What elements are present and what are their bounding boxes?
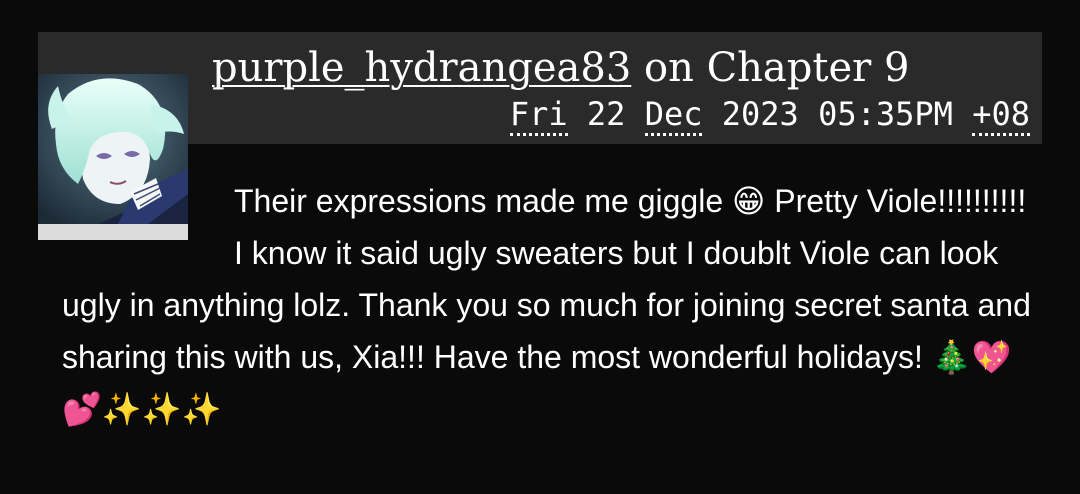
heading-connector: on	[631, 45, 707, 91]
datetime-day: Fri	[509, 95, 568, 136]
comment-datetime: Fri 22 Dec 2023 05:35PM +08	[509, 92, 1030, 136]
chapter-label: Chapter 9	[706, 45, 910, 91]
datetime-year-time: 2023 05:35PM	[702, 95, 973, 133]
datetime-timezone: +08	[972, 95, 1030, 136]
datetime-date: 22	[567, 95, 645, 133]
comment-text-1: Their expressions made me giggle	[234, 183, 733, 219]
datetime-month: Dec	[644, 95, 703, 136]
comment-body: Their expressions made me giggle 😁 Prett…	[62, 175, 1042, 435]
comment-heading: purple_hydrangea83 on Chapter 9	[212, 42, 909, 94]
avatar-spacer	[62, 175, 212, 271]
grin-emoji-icon: 😁	[732, 182, 766, 220]
author-link[interactable]: purple_hydrangea83	[212, 45, 631, 91]
comment-header: purple_hydrangea83 on Chapter 9 Fri 22 D…	[38, 32, 1042, 144]
